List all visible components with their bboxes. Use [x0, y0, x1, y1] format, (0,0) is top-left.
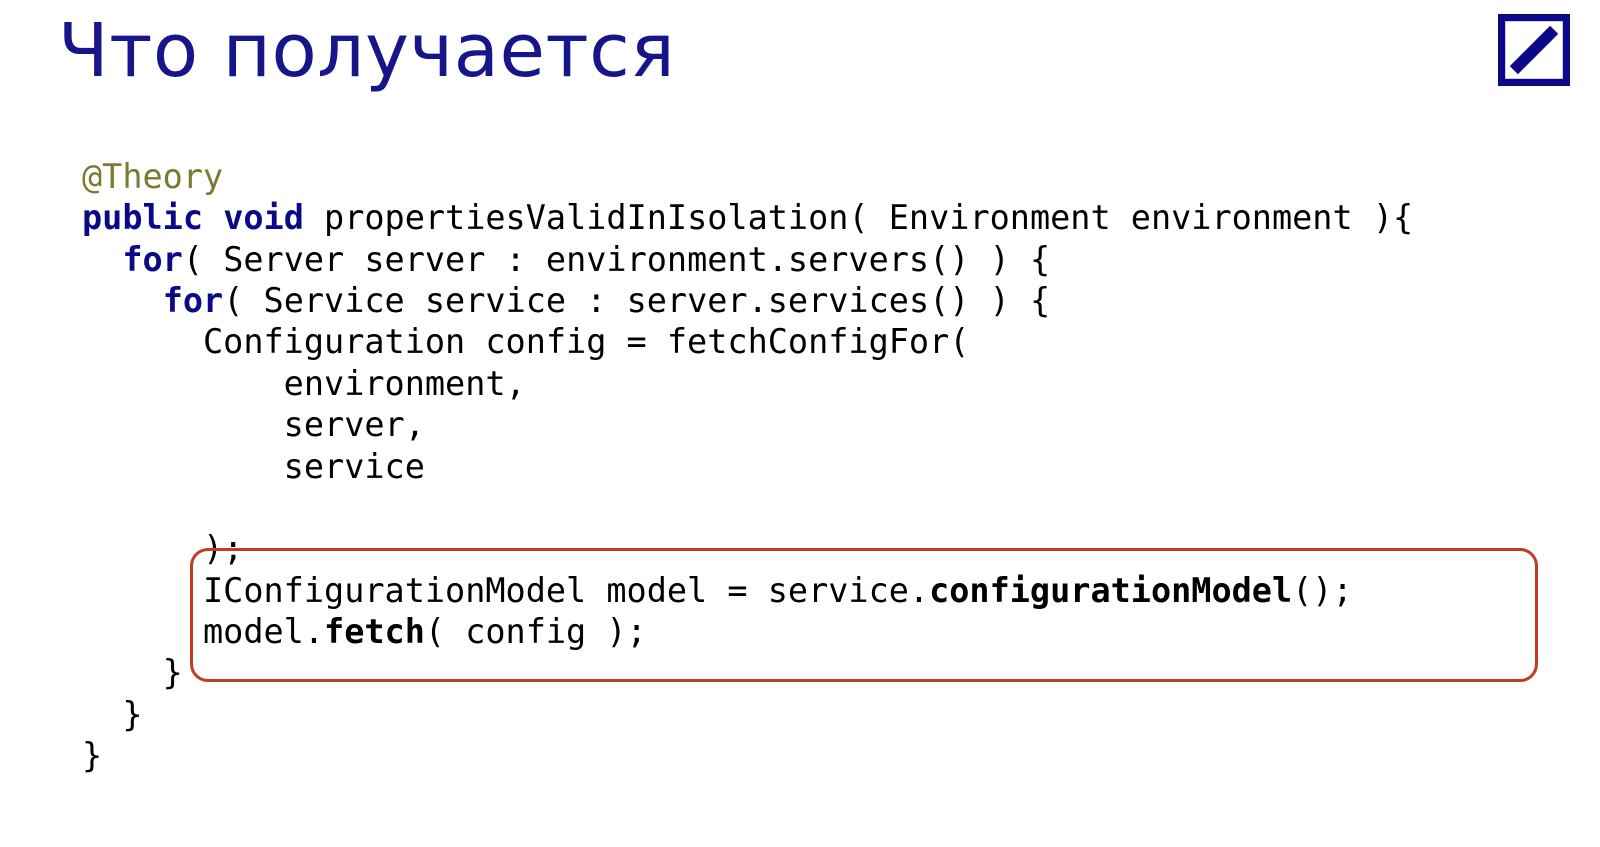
code-bold: fetch [324, 612, 425, 651]
code-text [82, 281, 163, 320]
code-text: ( Service service : server.services() ) … [223, 281, 1050, 320]
code-text: environment, [82, 364, 526, 403]
slide: Что получается @Theory public void prope… [0, 0, 1600, 847]
code-text: server, [82, 405, 425, 444]
slide-title: Что получается [58, 8, 675, 94]
code-text: Configuration config = fetchConfigFor( [82, 322, 969, 361]
code-text [82, 240, 122, 279]
code-text: } [82, 695, 143, 734]
code-text: } [82, 653, 183, 692]
code-text: ( Server server : environment.servers() … [183, 240, 1050, 279]
code-keyword: public [82, 198, 203, 237]
code-keyword: for [163, 281, 224, 320]
code-text: IConfigurationModel model = service. [82, 571, 929, 610]
code-annotation: @Theory [82, 157, 223, 196]
code-block: @Theory public void propertiesValidInIso… [82, 156, 1413, 776]
code-keyword: for [122, 240, 183, 279]
code-text: ); [82, 529, 243, 568]
code-text: (); [1292, 571, 1353, 610]
code-text: propertiesValidInIsolation( Environment … [304, 198, 1413, 237]
code-text: model. [82, 612, 324, 651]
code-bold: configurationModel [929, 571, 1292, 610]
code-keyword: void [223, 198, 304, 237]
code-text: service [82, 447, 425, 486]
code-text: } [82, 736, 102, 775]
code-text: ( config ); [425, 612, 647, 651]
deutsche-bank-logo-icon [1498, 14, 1570, 86]
